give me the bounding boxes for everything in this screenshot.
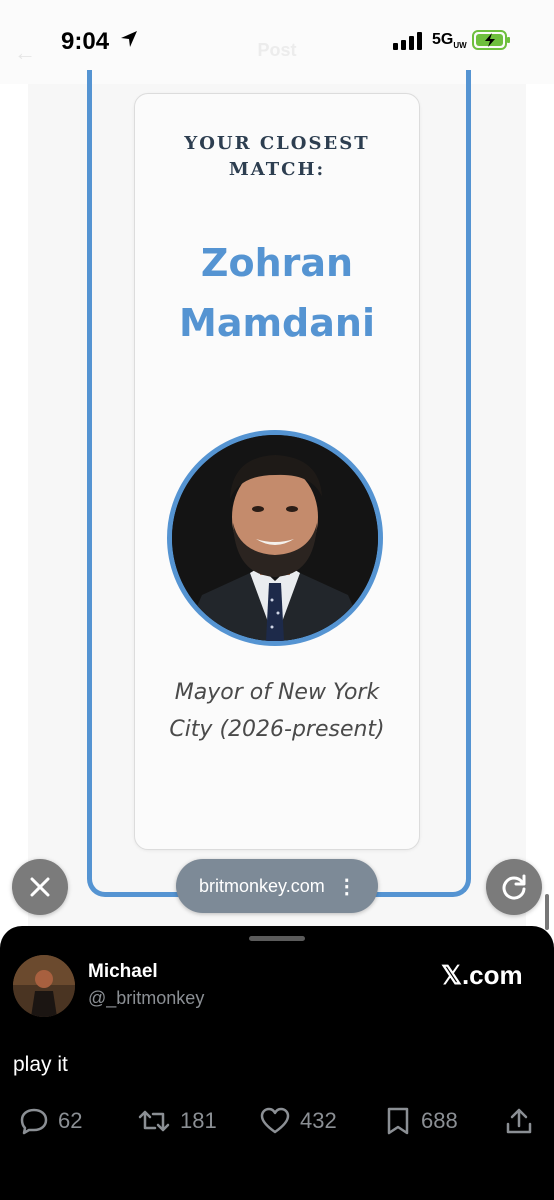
- bookmark-icon: [387, 1107, 409, 1135]
- reload-icon: [502, 874, 526, 900]
- location-arrow-icon: [121, 31, 137, 47]
- url-pill[interactable]: britmonkey.com ⋮: [176, 859, 378, 913]
- url-text: britmonkey.com: [199, 875, 325, 896]
- post-handle[interactable]: @_britmonkey: [88, 988, 204, 1009]
- close-icon: [30, 877, 50, 897]
- x-logo: 𝕏.com: [441, 960, 523, 990]
- network-type: 5GUW: [432, 31, 467, 51]
- candidate-name: Zohran Mamdani: [179, 241, 375, 345]
- share-icon: [506, 1108, 532, 1134]
- scroll-indicator[interactable]: [545, 894, 549, 930]
- battery-charging-icon: [472, 30, 510, 50]
- candidate-portrait: [167, 430, 383, 646]
- close-button[interactable]: [12, 859, 68, 915]
- repost-count: 181: [180, 1108, 217, 1133]
- reply-icon: [20, 1108, 48, 1135]
- bookmark-button[interactable]: 688: [384, 1105, 458, 1137]
- repost-icon: [138, 1110, 170, 1132]
- status-time: 9:04: [61, 28, 110, 55]
- more-vertical-icon[interactable]: ⋮: [337, 874, 357, 899]
- avatar-image: [13, 955, 75, 1017]
- reload-button[interactable]: [486, 859, 542, 915]
- sheet-handle[interactable]: [249, 936, 305, 941]
- like-count: 432: [300, 1108, 337, 1133]
- post-text: play it: [13, 1053, 68, 1076]
- candidate-role: Mayor of New York City (2026-present): [169, 680, 385, 742]
- avatar[interactable]: [13, 955, 75, 1017]
- post-author[interactable]: Michael: [88, 961, 158, 983]
- like-button[interactable]: 432: [259, 1105, 337, 1137]
- signal-icon: [393, 32, 422, 50]
- reply-button[interactable]: 62: [19, 1105, 82, 1137]
- share-button[interactable]: [505, 1106, 533, 1141]
- portrait-image: [172, 435, 378, 641]
- bookmark-count: 688: [421, 1108, 458, 1133]
- heart-icon: [260, 1107, 290, 1134]
- match-label: YOUR CLOSEST MATCH:: [184, 133, 370, 180]
- reply-count: 62: [58, 1108, 83, 1133]
- repost-button[interactable]: 181: [137, 1105, 217, 1137]
